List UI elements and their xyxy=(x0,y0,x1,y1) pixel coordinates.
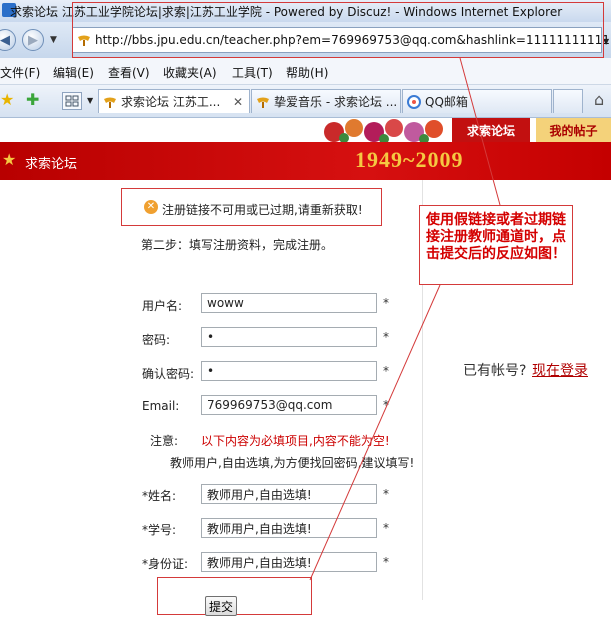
breadcrumb[interactable]: 求索论坛 xyxy=(25,153,77,172)
forward-arrow-icon: ▶ xyxy=(28,32,38,48)
name-label: *姓名: xyxy=(142,489,177,503)
id-card-label: *身份证: xyxy=(142,557,189,571)
tab-list-dropdown-icon[interactable]: ▼ xyxy=(87,96,93,105)
url-highlight-box xyxy=(72,2,604,58)
menu-edit[interactable]: 编辑(E) xyxy=(53,64,94,81)
add-favorite-icon[interactable]: ✚ xyxy=(26,90,39,109)
tab-qiusuo[interactable]: 求索论坛 江苏工... ✕ xyxy=(98,89,250,113)
banner-years: 1949~2009 xyxy=(355,147,464,172)
site-favicon-icon xyxy=(257,97,269,108)
error-icon: ✕ xyxy=(144,200,158,214)
home-icon[interactable]: ⌂ xyxy=(594,90,604,109)
new-tab-button[interactable] xyxy=(553,89,583,113)
note-teacher: 教师用户,自由选填,为方便找回密码,建议填写! xyxy=(170,456,415,470)
annotation-callout: 使用假链接或者过期链接注册教师通道时，点击提交后的反应如图！ xyxy=(419,205,573,285)
site-banner: ★ 求索论坛 1949~2009 xyxy=(0,142,611,180)
menu-file[interactable]: 文件(F) xyxy=(0,64,40,81)
site-favicon-icon xyxy=(104,97,116,108)
back-button[interactable]: ◀ xyxy=(0,29,16,51)
name-input[interactable] xyxy=(201,484,377,504)
tab-bar: ★ ✚ ▼ 求索论坛 江苏工... ✕ 挚爱音乐 - 求索论坛 ... QQ邮箱… xyxy=(0,85,611,118)
required-mark: * xyxy=(383,296,389,310)
username-label: 用户名: xyxy=(142,299,183,313)
required-mark: * xyxy=(383,398,389,412)
required-mark: * xyxy=(383,364,389,378)
password-label: 密码: xyxy=(142,333,171,347)
menu-favorites[interactable]: 收藏夹(A) xyxy=(163,64,217,81)
note-required: 以下内容为必填项目,内容不能为空! xyxy=(201,434,390,448)
note-label: 注意: xyxy=(150,434,179,448)
close-tab-icon[interactable]: ✕ xyxy=(233,95,243,109)
menu-tools[interactable]: 工具(T) xyxy=(232,64,273,81)
menu-help[interactable]: 帮助(H) xyxy=(286,64,328,81)
quick-tabs-icon xyxy=(65,95,79,107)
required-mark: * xyxy=(383,330,389,344)
confirm-password-input[interactable] xyxy=(201,361,377,381)
history-dropdown-icon[interactable]: ▼ xyxy=(50,35,57,45)
id-card-input[interactable] xyxy=(201,552,377,572)
nav-my-posts-tab[interactable]: 我的帖子 xyxy=(536,118,611,142)
tab-music[interactable]: 挚爱音乐 - 求索论坛 ... xyxy=(251,89,401,113)
tab-label: QQ邮箱 xyxy=(425,95,468,109)
login-link[interactable]: 现在登录 xyxy=(532,360,588,380)
favorites-star-icon[interactable]: ★ xyxy=(0,90,14,109)
qq-mail-icon xyxy=(407,94,421,109)
flower-banner-image xyxy=(324,119,443,142)
student-id-label: *学号: xyxy=(142,523,177,537)
tab-qq-mail[interactable]: QQ邮箱 xyxy=(402,89,552,113)
error-message-box: ✕ 注册链接不可用或已过期,请重新获取! xyxy=(121,188,382,226)
annotation-text: 使用假链接或者过期链接注册教师通道时，点击提交后的反应如图！ xyxy=(426,212,566,262)
menu-view[interactable]: 查看(V) xyxy=(108,64,150,81)
required-mark: * xyxy=(383,487,389,501)
star-icon: ★ xyxy=(2,150,17,169)
nav-forum-tab[interactable]: 求索论坛 xyxy=(452,118,530,142)
forward-button[interactable]: ▶ xyxy=(22,29,44,51)
submit-button[interactable]: 提交 xyxy=(205,596,237,616)
confirm-password-label: 确认密码: xyxy=(142,367,195,381)
tab-label: 求索论坛 江苏工... xyxy=(121,95,221,109)
tab-label: 挚爱音乐 - 求索论坛 ... xyxy=(274,95,398,109)
email-input[interactable] xyxy=(201,395,377,415)
student-id-input[interactable] xyxy=(201,518,377,538)
error-message: 注册链接不可用或已过期,请重新获取! xyxy=(162,203,363,217)
email-label: Email: xyxy=(142,399,180,413)
required-mark: * xyxy=(383,555,389,569)
have-account-text: 已有帐号? xyxy=(463,363,527,379)
back-arrow-icon: ◀ xyxy=(0,32,10,48)
password-input[interactable] xyxy=(201,327,377,347)
quick-tabs-button[interactable] xyxy=(62,92,82,110)
step-text: 第二步：填写注册资料，完成注册。 xyxy=(141,238,334,252)
username-input[interactable] xyxy=(201,293,377,313)
required-mark: * xyxy=(383,521,389,535)
menu-bar: 文件(F) 编辑(E) 查看(V) 收藏夹(A) 工具(T) 帮助(H) xyxy=(0,58,611,85)
